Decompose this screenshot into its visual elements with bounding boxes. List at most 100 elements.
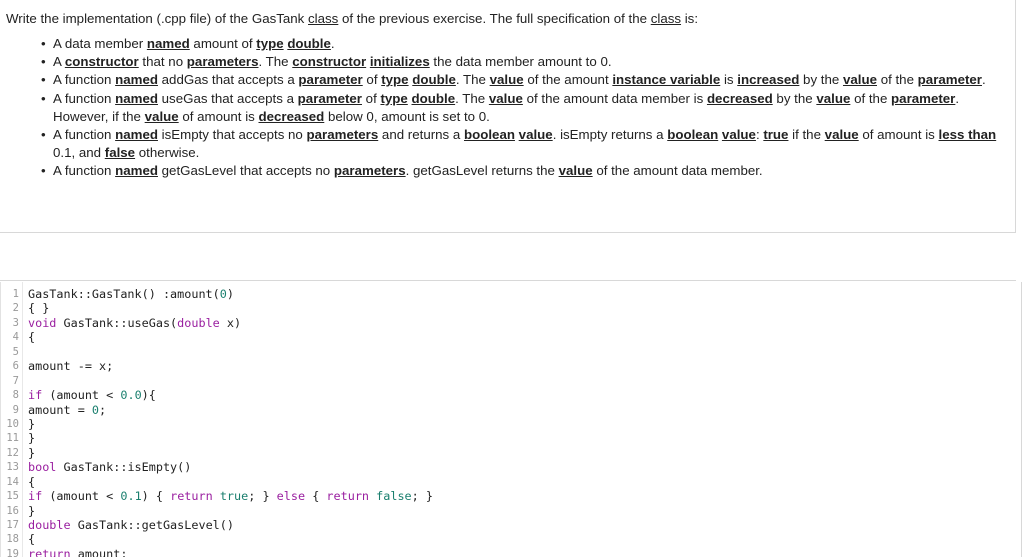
text-run: amount = (28, 402, 92, 417)
text-run: by the (772, 90, 817, 106)
code-line[interactable] (28, 345, 1021, 359)
code-line[interactable]: if (amount < 0.1) { return true; } else … (28, 489, 1021, 503)
specification-item: A constructor that no parameters. The co… (0, 53, 1001, 71)
code-line[interactable]: void GasTank::useGas(double x) (28, 316, 1021, 330)
line-number: 6 (12, 360, 19, 373)
kw-run: else (276, 489, 306, 504)
term-run: increased (737, 72, 800, 88)
term-run: boolean (667, 126, 719, 142)
term-run: type (381, 72, 409, 88)
term-run: initializes (369, 54, 430, 70)
text-run: by the (799, 72, 843, 88)
line-number: 1 (12, 288, 19, 300)
term-run: constructor (292, 54, 367, 70)
text-run: GasTank::isEmpty() (56, 460, 192, 475)
line-number: 12 (6, 446, 19, 459)
code-line[interactable]: bool GasTank::isEmpty() (28, 460, 1021, 474)
code-line[interactable]: if (amount < 0.0){ (28, 388, 1021, 402)
text-run: otherwise. (135, 145, 200, 161)
text-run: ){ (141, 388, 156, 403)
text-run: } (28, 416, 36, 431)
code-line[interactable]: } (28, 431, 1021, 445)
text-run: of the amount data member. (592, 163, 763, 179)
text-run: ; (99, 402, 107, 417)
term-run: boolean (463, 126, 515, 142)
text-run: getGasLevel that accepts no (157, 163, 334, 179)
instruction-panel: Write the implementation (.cpp file) of … (0, 0, 1016, 233)
exercise-intro-text: Write the implementation (.cpp file) of … (0, 0, 1015, 28)
term-run: value (558, 163, 593, 179)
specification-item: A function named getGasLevel that accept… (0, 162, 1001, 180)
code-text-area[interactable]: GasTank::GasTank() :amount(0){ } void Gas… (23, 282, 1021, 557)
num-run: 0 (91, 402, 100, 417)
text-run: { } (28, 301, 50, 316)
line-number: 18 (6, 533, 19, 546)
term-run: double (287, 35, 331, 51)
code-editor[interactable]: 1234567891011121314151617181920 GasTank:… (0, 282, 1022, 557)
code-line[interactable]: { (28, 330, 1021, 344)
text-run: of the amount data member is (522, 90, 707, 106)
code-line[interactable]: GasTank::GasTank() :amount(0) (28, 287, 1021, 301)
text-run: 0.1, and (53, 145, 105, 161)
code-line[interactable]: amount = 0; (28, 403, 1021, 417)
code-line[interactable]: } (28, 417, 1021, 431)
text-run: A function (53, 126, 116, 142)
text-run: { (305, 489, 327, 504)
text-run: { (28, 532, 36, 547)
code-line[interactable]: { (28, 475, 1021, 489)
text-run: GasTank::GasTank() :amount( (28, 287, 220, 301)
term-run: value (824, 126, 859, 142)
code-line[interactable]: { (28, 532, 1021, 546)
term-run: value (489, 72, 524, 88)
term-run: false (104, 145, 136, 161)
term-run: parameters (306, 126, 379, 142)
num-run: 0.0 (120, 388, 142, 403)
text-run: ; } (248, 489, 277, 504)
submit-bar: SUBMIT (0, 234, 1024, 514)
specification-item: A data member named amount of type doubl… (0, 35, 1001, 53)
line-number: 10 (6, 417, 19, 430)
text-run: ; } (411, 489, 433, 504)
text-run: amount; (70, 546, 128, 557)
text-run: } (28, 431, 36, 446)
code-line[interactable]: return amount; (28, 547, 1021, 557)
code-line[interactable]: } (28, 504, 1021, 518)
code-line[interactable]: amount -= x; (28, 359, 1021, 373)
line-number-gutter: 1234567891011121314151617181920 (1, 282, 23, 557)
kw-run: return (28, 546, 71, 557)
term-run: value (721, 126, 756, 142)
text-run: below 0, amount is set to 0. (324, 108, 490, 124)
term-run: double (412, 72, 456, 88)
term-run: type (380, 90, 408, 106)
term-run: instance variable (612, 72, 721, 88)
term-run: decreased (706, 90, 773, 106)
text-run: of (362, 72, 382, 88)
text-run: . (981, 72, 986, 88)
code-line[interactable]: { } (28, 301, 1021, 315)
text-run: ) { (141, 489, 171, 504)
text-run: . (330, 35, 335, 51)
text-run: (amount < (42, 489, 121, 504)
term-run: decreased (258, 108, 325, 124)
text-run: A function (53, 90, 116, 106)
line-number: 4 (12, 331, 19, 344)
line-number: 3 (12, 316, 19, 329)
text-run: } (28, 445, 36, 460)
text-run: useGas that accepts a (157, 90, 298, 106)
term-run: value (518, 126, 553, 142)
code-line[interactable]: double GasTank::getGasLevel() (28, 518, 1021, 532)
term-run: constructor (64, 54, 139, 70)
glossary-run: class (650, 11, 682, 26)
kw-run: double (177, 315, 220, 330)
text-run: { (28, 330, 36, 345)
text-run: if the (788, 126, 825, 142)
term-run: named (115, 72, 158, 88)
text-run: (amount < (42, 388, 121, 403)
term-run: value (816, 90, 851, 106)
text-run: . The (455, 90, 489, 106)
text-run: is (720, 72, 738, 88)
num-run: true (219, 489, 249, 504)
code-line[interactable]: } (28, 446, 1021, 460)
code-line[interactable] (28, 374, 1021, 388)
specification-item: A function named isEmpty that accepts no… (0, 126, 1001, 162)
